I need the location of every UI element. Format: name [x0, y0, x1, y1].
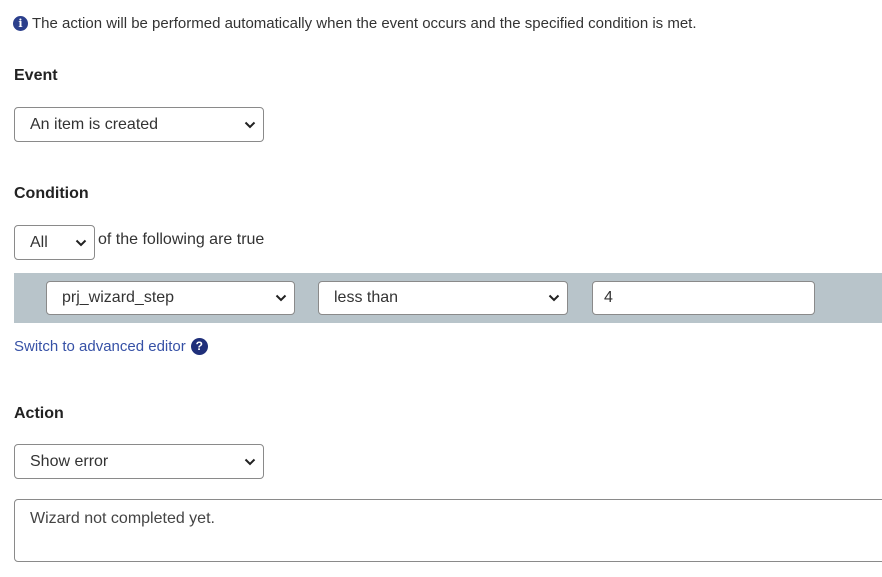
condition-following-text: of the following are true — [98, 231, 265, 248]
help-icon[interactable]: ? — [190, 338, 208, 355]
switch-advanced-editor-link[interactable]: Switch to advanced editor ? — [14, 338, 208, 355]
chevron-down-icon — [275, 294, 287, 302]
advanced-link-label: Switch to advanced editor — [14, 338, 186, 355]
condition-field-value: prj_wizard_step — [62, 289, 175, 306]
condition-quantifier-value: All — [30, 233, 48, 251]
event-select-value: An item is created — [30, 115, 159, 133]
condition-operator-select[interactable]: less than — [318, 281, 568, 315]
condition-field-select[interactable]: prj_wizard_step — [46, 281, 295, 315]
automation-rule-form: i The action will be performed automatic… — [0, 0, 882, 577]
condition-quantifier-select[interactable]: All — [14, 225, 95, 260]
condition-value-input[interactable]: 4 — [592, 281, 815, 315]
action-select-value: Show error — [30, 452, 109, 470]
action-select[interactable]: Show error — [14, 444, 264, 479]
chevron-down-icon — [75, 239, 87, 246]
error-message-text: Wizard not completed yet. — [30, 510, 215, 527]
info-text: The action will be performed automatical… — [32, 14, 697, 32]
condition-label: Condition — [14, 185, 89, 202]
event-label: Event — [14, 67, 58, 84]
action-label: Action — [14, 405, 64, 422]
chevron-down-icon — [244, 458, 256, 465]
condition-operator-value: less than — [334, 289, 399, 306]
condition-value-text: 4 — [604, 289, 613, 306]
chevron-down-icon — [244, 121, 256, 128]
info-icon: i — [13, 15, 28, 31]
info-message: i The action will be performed automatic… — [13, 13, 697, 33]
chevron-down-icon — [548, 294, 560, 302]
event-select[interactable]: An item is created — [14, 107, 264, 142]
error-message-textarea[interactable]: Wizard not completed yet. — [14, 499, 882, 562]
